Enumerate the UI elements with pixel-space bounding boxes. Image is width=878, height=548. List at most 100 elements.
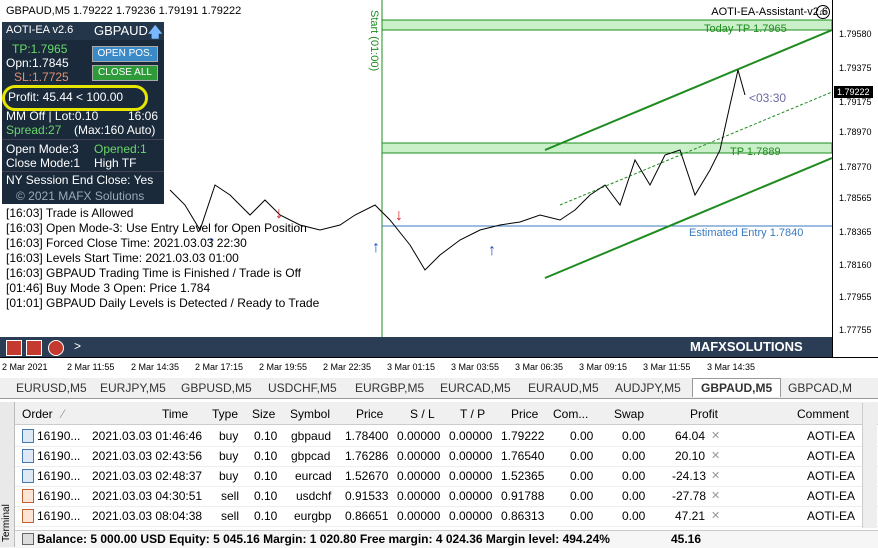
tab-audjpy[interactable]: AUDJPY,M5 (615, 381, 681, 395)
channel-upper (544, 29, 832, 151)
cell-sl: 0.00000 (397, 489, 441, 503)
col-swap[interactable]: Swap (614, 407, 644, 421)
col-price[interactable]: Price (356, 407, 383, 421)
cell-current-price: 0.91788 (501, 489, 545, 503)
cell-sl: 0.00000 (397, 429, 441, 443)
log-line: [01:01] GBPAUD Daily Levels is Detected … (6, 296, 320, 310)
up-arrow-icon: 🡅 (148, 24, 163, 40)
terminal-tab[interactable]: Terminal (0, 402, 15, 547)
chart-tabs: EURUSD,M5 EURJPY,M5 GBPUSD,M5 USDCHF,M5 … (0, 378, 878, 399)
tab-gbpaud[interactable]: GBPAUD,M5 (692, 378, 782, 397)
cell-time: 2021.03.03 02:43:56 (92, 449, 203, 463)
terminal-label: Terminal (1, 504, 12, 542)
col-order[interactable]: Order (22, 407, 53, 421)
stop-icon[interactable] (6, 340, 22, 356)
cell-size: 0.10 (254, 449, 278, 463)
chart-icon[interactable] (26, 340, 42, 356)
cell-comment: AOTI-EA (807, 449, 856, 463)
close-icon[interactable]: ✕ (711, 469, 720, 482)
panel-opened: Opened:1 (94, 142, 147, 156)
cell-type: sell (221, 489, 240, 503)
buy-arrow: ↑ (372, 239, 380, 256)
log-line: [16:03] Open Mode-3: Use Entry Level for… (6, 221, 307, 235)
col-time[interactable]: Time (162, 407, 188, 421)
cell-symbol: gbpaud (291, 429, 332, 443)
close-icon[interactable]: ✕ (711, 509, 720, 522)
col-symbol[interactable]: Symbol (290, 407, 330, 421)
col-size[interactable]: Size (252, 407, 275, 421)
cell-tp: 0.00000 (449, 489, 493, 503)
time-tick: 3 Mar 06:35 (515, 362, 564, 372)
cell-current-price: 1.52365 (501, 469, 545, 483)
tab-eurcad[interactable]: EURCAD,M5 (440, 381, 511, 395)
tab-eurgbp[interactable]: EURGBP,M5 (355, 381, 424, 395)
price-tick: 1.79580 (839, 29, 872, 39)
table-row[interactable]: 16190... 2021.03.03 08:04:38 sell 0.10 e… (0, 506, 878, 527)
panel-time: 16:06 (128, 109, 159, 123)
cell-order: 16190... (37, 429, 81, 443)
cell-type: buy (219, 429, 239, 443)
close-all-button[interactable]: CLOSE ALL (92, 65, 158, 81)
log-line: [16:03] Trade is Allowed (6, 206, 134, 220)
cell-price: 1.78400 (345, 429, 389, 443)
cell-symbol: eurcad (295, 469, 332, 483)
tab-eurjpy[interactable]: EURJPY,M5 (100, 381, 166, 395)
col-type[interactable]: Type (212, 407, 238, 421)
panel-ny-close: NY Session End Close: Yes (6, 173, 154, 187)
chart-title: GBPAUD,M5 1.79222 1.79236 1.79191 1.7922… (6, 5, 242, 17)
cell-size: 0.10 (254, 469, 278, 483)
price-tick: 1.78565 (839, 193, 872, 203)
open-pos-button[interactable]: OPEN POS. (92, 46, 158, 62)
tab-gbpusd[interactable]: GBPUSD,M5 (181, 381, 252, 395)
cell-profit: 64.04 (675, 429, 706, 443)
cell-price: 0.86651 (345, 509, 389, 523)
log-line: [16:03] Forced Close Time: 2021.03.03 22… (6, 236, 247, 250)
tab-euraud[interactable]: EURAUD,M5 (528, 381, 599, 395)
col-sl[interactable]: S / L (410, 407, 435, 421)
chart-window[interactable]: ↑ ↑ ↑ ↓ ↓ GBPAUD,M5 1.79222 1.79236 1.79… (0, 0, 878, 372)
time-axis: 2 Mar 2021 2 Mar 11:55 2 Mar 14:35 2 Mar… (0, 357, 878, 378)
panel-open: Opn:1.7845 (6, 56, 69, 70)
time-tick: 3 Mar 11:55 (643, 362, 691, 372)
col-comment[interactable]: Comment (797, 407, 849, 421)
trade-table: Order ⁄ Time Type Size Symbol Price S / … (0, 402, 878, 548)
table-row[interactable]: 16190... 2021.03.03 02:43:56 buy 0.10 gb… (0, 446, 878, 467)
close-icon[interactable]: ✕ (711, 489, 720, 502)
col-tp[interactable]: T / P (460, 407, 485, 421)
panel-high-tf: High TF (94, 156, 137, 170)
table-scrollbar[interactable] (862, 403, 877, 528)
sort-icon: ⁄ (62, 407, 65, 421)
cell-price: 0.91533 (345, 489, 389, 503)
cell-symbol: usdchf (296, 489, 332, 503)
price-tick: 1.78160 (839, 260, 872, 270)
col-profit[interactable]: Profit (690, 407, 718, 421)
table-row[interactable]: 16190... 2021.03.03 01:46:46 buy 0.10 gb… (0, 426, 878, 447)
tp-label: TP 1.7889 (730, 146, 781, 158)
countdown-label: <03:30 (749, 91, 787, 105)
cell-type: buy (219, 469, 239, 483)
close-icon[interactable]: ✕ (711, 449, 720, 462)
cell-swap: 0.00 (622, 469, 646, 483)
table-row[interactable]: 16190... 2021.03.03 04:30:51 sell 0.10 u… (0, 486, 878, 507)
cell-comment: AOTI-EA (807, 429, 856, 443)
panel-open-mode: Open Mode:3 (6, 142, 79, 156)
tab-usdchf[interactable]: USDCHF,M5 (268, 381, 337, 395)
gear-icon[interactable] (48, 340, 64, 356)
cell-time: 2021.03.03 04:30:51 (92, 489, 203, 503)
close-icon[interactable]: ✕ (711, 429, 720, 442)
toolbar-arrow[interactable]: > (74, 339, 81, 353)
cell-comment: AOTI-EA (807, 489, 856, 503)
total-profit: 45.16 (671, 532, 702, 546)
col-commission[interactable]: Com... (553, 407, 588, 421)
buy-order-icon (22, 429, 34, 443)
tab-eurusd[interactable]: EURUSD,M5 (16, 381, 87, 395)
tab-gbpcad[interactable]: GBPCAD,M (788, 381, 852, 395)
panel-copyright: © 2021 MAFX Solutions (16, 189, 145, 203)
cell-type: sell (221, 509, 240, 523)
mafx-logo: MAFXSOLUTIONS (690, 339, 828, 354)
cell-time: 2021.03.03 08:04:38 (92, 509, 203, 523)
cell-time: 2021.03.03 02:48:37 (92, 469, 203, 483)
table-row[interactable]: 16190... 2021.03.03 02:48:37 buy 0.10 eu… (0, 466, 878, 487)
col-current-price[interactable]: Price (511, 407, 538, 421)
price-axis: 1.79580 1.79375 1.79222 1.79175 1.78970 … (832, 0, 878, 357)
